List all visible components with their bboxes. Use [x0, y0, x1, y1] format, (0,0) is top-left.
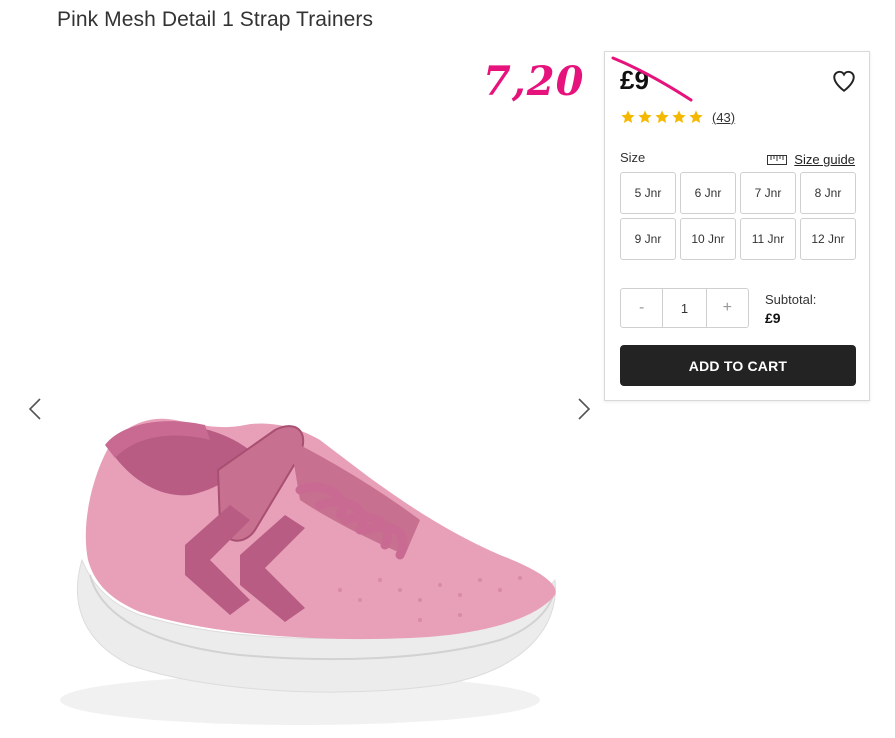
- decrease-quantity-button[interactable]: -: [621, 289, 662, 327]
- rating: (43): [620, 109, 735, 125]
- size-option[interactable]: 7 Jnr: [740, 172, 796, 214]
- sale-price-annotation: 7,20: [483, 58, 585, 105]
- star-icon: [655, 110, 669, 123]
- wishlist-button[interactable]: [831, 68, 857, 94]
- size-label: Size: [620, 150, 646, 165]
- product-image-gallery: [0, 40, 600, 738]
- quantity-input[interactable]: 1: [662, 289, 707, 327]
- star-icon: [638, 110, 652, 123]
- heart-icon: [833, 70, 855, 92]
- next-image-button[interactable]: [569, 394, 599, 424]
- chevron-right-icon: [578, 398, 591, 420]
- star-icon: [621, 110, 635, 123]
- size-option[interactable]: 11 Jnr: [740, 218, 796, 260]
- product-image: [60, 418, 556, 725]
- increase-quantity-button[interactable]: +: [707, 289, 748, 327]
- ruler-icon: [767, 154, 788, 165]
- subtotal-value: £9: [765, 310, 781, 326]
- size-option[interactable]: 5 Jnr: [620, 172, 676, 214]
- product-title: Pink Mesh Detail 1 Strap Trainers: [57, 8, 374, 31]
- size-guide-label: Size guide: [794, 152, 855, 167]
- product-price: £9: [620, 65, 649, 95]
- review-count-link[interactable]: (43): [712, 110, 735, 125]
- star-icon: [672, 110, 686, 123]
- size-guide-link[interactable]: Size guide: [767, 152, 855, 167]
- size-option[interactable]: 9 Jnr: [620, 218, 676, 260]
- size-option[interactable]: 6 Jnr: [680, 172, 736, 214]
- purchase-panel: £9 (43) Size Size guide 5 Jnr 6 Jnr 7 Jn…: [604, 51, 870, 401]
- quantity-stepper: - 1 +: [620, 288, 749, 328]
- add-to-cart-button[interactable]: ADD TO CART: [620, 345, 856, 386]
- size-option[interactable]: 8 Jnr: [800, 172, 856, 214]
- size-option[interactable]: 12 Jnr: [800, 218, 856, 260]
- previous-image-button[interactable]: [20, 394, 50, 424]
- size-option[interactable]: 10 Jnr: [680, 218, 736, 260]
- subtotal-label: Subtotal:: [765, 292, 817, 307]
- star-icon: [689, 110, 703, 123]
- size-options: 5 Jnr 6 Jnr 7 Jnr 8 Jnr 9 Jnr 10 Jnr 11 …: [620, 172, 856, 260]
- chevron-left-icon: [28, 398, 41, 420]
